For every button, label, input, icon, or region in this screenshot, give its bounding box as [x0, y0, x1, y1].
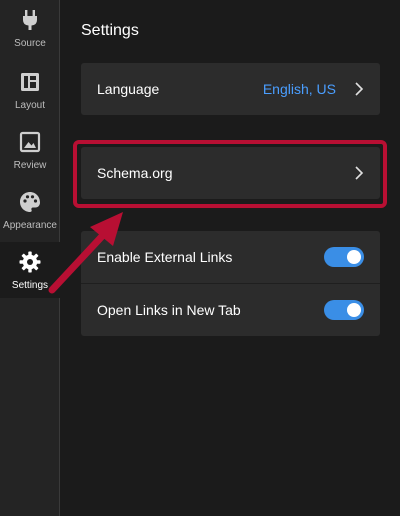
sidebar-item-appearance[interactable]: Appearance: [0, 182, 60, 238]
sidebar-item-label: Layout: [14, 100, 46, 111]
language-card: Language English, US: [81, 63, 380, 115]
sidebar-item-label: Source: [14, 38, 46, 49]
links-card: Enable External Links Open Links in New …: [81, 231, 380, 336]
image-icon: [19, 131, 41, 153]
language-value: English, US: [262, 81, 336, 97]
open-links-new-tab-toggle[interactable]: [324, 300, 364, 320]
plug-icon: [23, 10, 37, 30]
sidebar-item-label: Settings: [11, 280, 49, 291]
enable-external-links-row: Enable External Links: [81, 231, 380, 283]
sidebar-item-label: Appearance: [3, 220, 57, 231]
sidebar: Source Layout Review Appearance Settings: [0, 0, 60, 516]
language-label: Language: [97, 81, 160, 97]
sidebar-item-label: Review: [13, 160, 47, 171]
sidebar-item-review[interactable]: Review: [0, 122, 60, 178]
open-links-new-tab-label: Open Links in New Tab: [97, 302, 241, 318]
enable-external-links-label: Enable External Links: [97, 249, 233, 265]
palette-icon: [20, 192, 40, 212]
sidebar-item-source[interactable]: Source: [0, 0, 60, 56]
page-title: Settings: [81, 22, 139, 39]
sidebar-item-layout[interactable]: Layout: [0, 62, 60, 118]
language-row[interactable]: Language English, US: [81, 63, 380, 115]
sidebar-item-settings[interactable]: Settings: [0, 242, 60, 298]
layout-icon: [21, 73, 39, 91]
chevron-right-icon: [355, 82, 364, 96]
settings-panel: Settings Language English, US Schema.org…: [61, 0, 400, 516]
enable-external-links-toggle[interactable]: [324, 247, 364, 267]
gear-icon: [19, 251, 41, 273]
open-links-new-tab-row: Open Links in New Tab: [81, 284, 380, 336]
highlight-box: [73, 140, 387, 208]
